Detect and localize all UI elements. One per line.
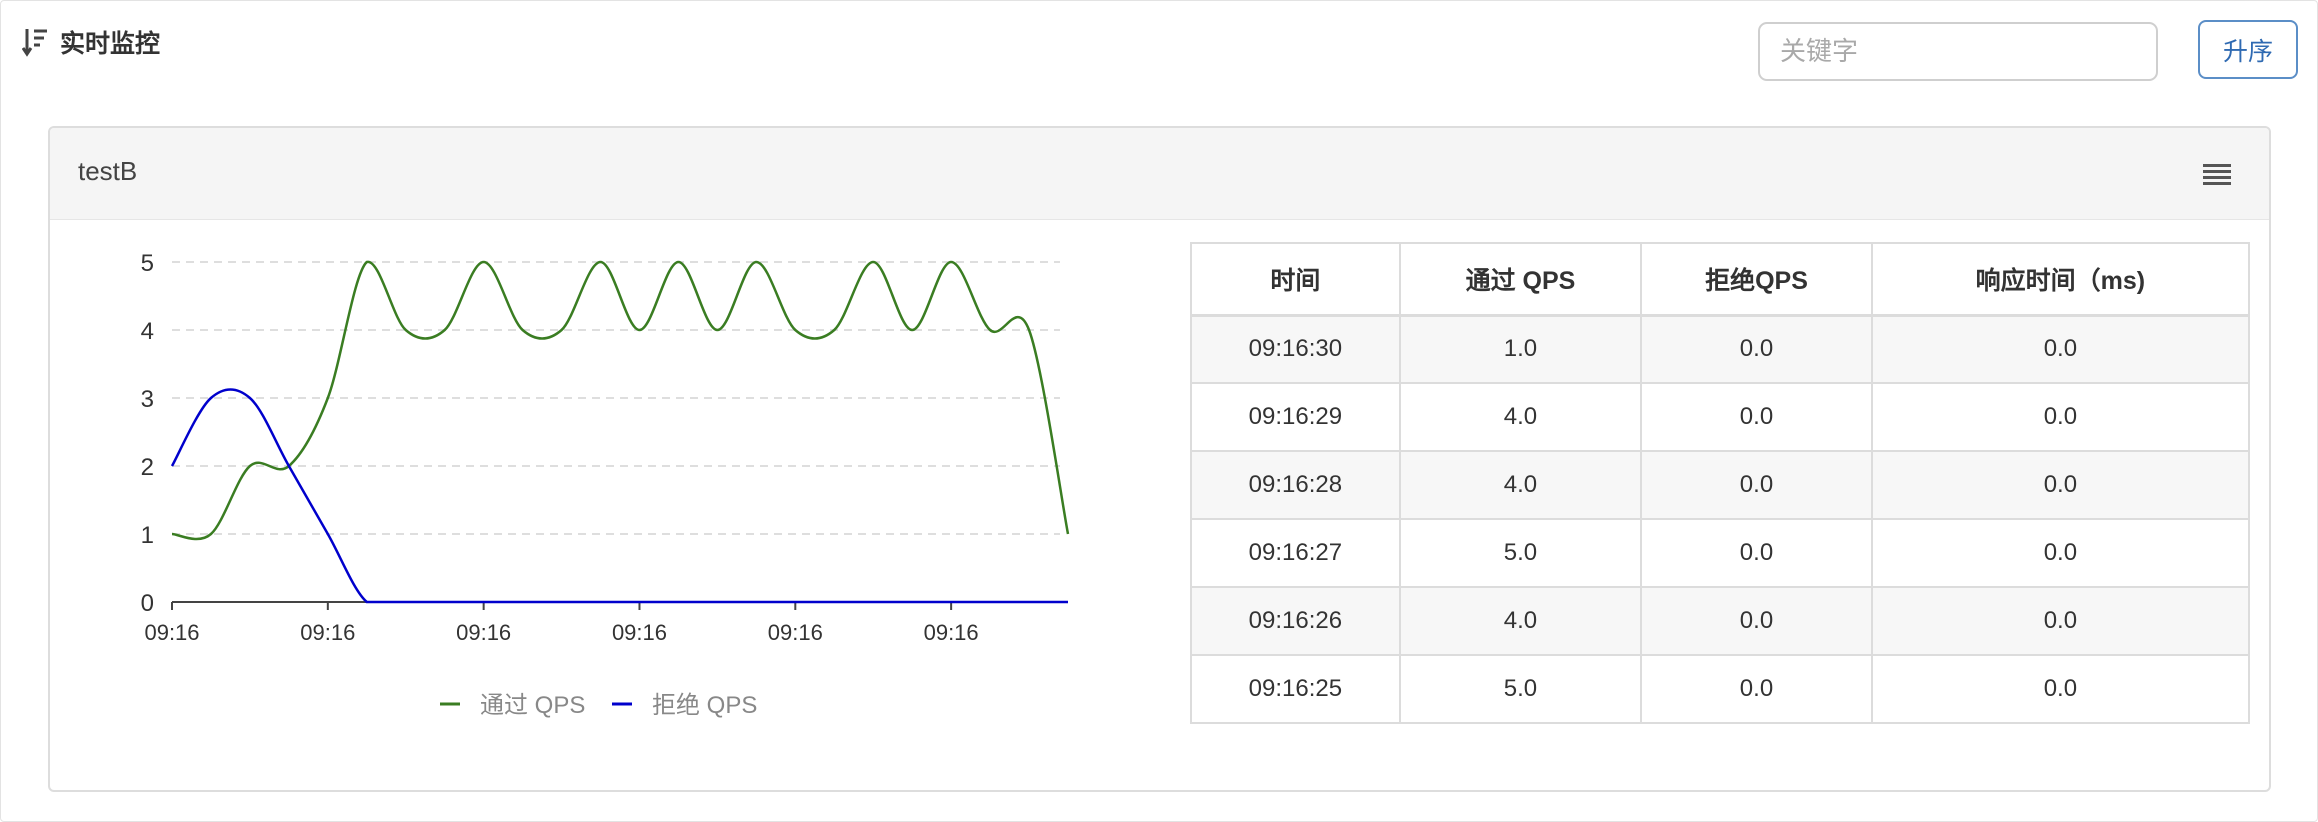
cell-time: 09:16:25 — [1190, 654, 1401, 724]
panel-title: testB — [78, 156, 138, 186]
cell-block-qps: 0.0 — [1640, 518, 1873, 588]
y-tick-label: 3 — [141, 386, 154, 413]
x-tick-label: 09:16 — [456, 620, 511, 645]
cell-response-time: 0.0 — [1870, 450, 2251, 520]
cell-response-time: 0.0 — [1870, 382, 2251, 452]
y-tick-label: 1 — [141, 522, 154, 549]
cell-response-time: 0.0 — [1870, 654, 2251, 724]
x-tick-label: 09:16 — [612, 620, 667, 645]
cell-pass-qps: 5.0 — [1398, 518, 1643, 588]
page-title: 实时监控 — [60, 30, 161, 58]
column-header-time: 时间 — [1190, 242, 1401, 317]
cell-response-time: 0.0 — [1870, 314, 2251, 384]
x-tick-label: 09:16 — [300, 620, 355, 645]
chart-legend: 通过 QPS 拒绝 QPS — [440, 692, 757, 719]
legend-pass-label[interactable]: 通过 QPS — [480, 692, 585, 719]
legend-block-label[interactable]: 拒绝 QPS — [652, 692, 757, 719]
cell-time: 09:16:28 — [1190, 450, 1401, 520]
menu-lines-icon[interactable] — [2203, 162, 2231, 186]
table-row: 09:16:26 4.0 0.0 0.0 — [1190, 586, 2251, 656]
cell-block-qps: 0.0 — [1640, 382, 1873, 452]
page-header: 实时监控 — [22, 24, 160, 60]
cell-block-qps: 0.0 — [1640, 450, 1873, 520]
cell-block-qps: 0.0 — [1640, 314, 1873, 384]
column-header-block-qps: 拒绝QPS — [1640, 242, 1873, 317]
cell-pass-qps: 4.0 — [1398, 586, 1643, 656]
cell-pass-qps: 4.0 — [1398, 450, 1643, 520]
chart-series — [170, 260, 1070, 604]
x-tick-label: 09:16 — [924, 620, 979, 645]
table-row: 09:16:30 1.0 0.0 0.0 — [1190, 314, 2251, 384]
y-tick-label: 4 — [141, 318, 154, 345]
x-tick-label: 09:16 — [144, 620, 199, 645]
cell-time: 09:16:30 — [1190, 314, 1401, 384]
table-row: 09:16:29 4.0 0.0 0.0 — [1190, 382, 2251, 452]
cell-pass-qps: 1.0 — [1398, 314, 1643, 384]
cell-time: 09:16:26 — [1190, 586, 1401, 656]
cell-pass-qps: 4.0 — [1398, 382, 1643, 452]
table-row: 09:16:28 4.0 0.0 0.0 — [1190, 450, 2251, 520]
cell-response-time: 0.0 — [1870, 518, 2251, 588]
column-header-pass-qps: 通过 QPS — [1398, 242, 1643, 317]
sort-descending-icon — [22, 29, 47, 57]
y-tick-label: 5 — [141, 250, 154, 277]
cell-pass-qps: 5.0 — [1398, 654, 1643, 724]
cell-time: 09:16:29 — [1190, 382, 1401, 452]
y-tick-label: 0 — [141, 590, 154, 617]
y-tick-label: 2 — [141, 454, 154, 481]
table-row: 09:16:27 5.0 0.0 0.0 — [1190, 518, 2251, 588]
cell-time: 09:16:27 — [1190, 518, 1401, 588]
cell-response-time: 0.0 — [1870, 586, 2251, 656]
realtime-data-table: 时间 通过 QPS 拒绝QPS 响应时间（ms) 09:16:30 1.0 0.… — [1190, 242, 2251, 724]
column-header-response-time: 响应时间（ms) — [1870, 242, 2251, 317]
cell-block-qps: 0.0 — [1640, 654, 1873, 724]
sort-ascending-button[interactable]: 升序 — [2198, 20, 2298, 79]
table-row: 09:16:25 5.0 0.0 0.0 — [1190, 654, 2251, 724]
series-line-block-qps — [170, 388, 1068, 604]
table-header-row: 时间 通过 QPS 拒绝QPS 响应时间（ms) — [1190, 242, 2251, 317]
search-input[interactable] — [1758, 22, 2158, 81]
cell-block-qps: 0.0 — [1640, 586, 1873, 656]
x-tick-label: 09:16 — [768, 620, 823, 645]
panel-heading: testB — [50, 128, 2269, 220]
qps-line-chart: 0 1 2 3 4 5 09:16 09:16 09:16 09:16 09:16 09:16 通过 … — [141, 250, 1070, 719]
